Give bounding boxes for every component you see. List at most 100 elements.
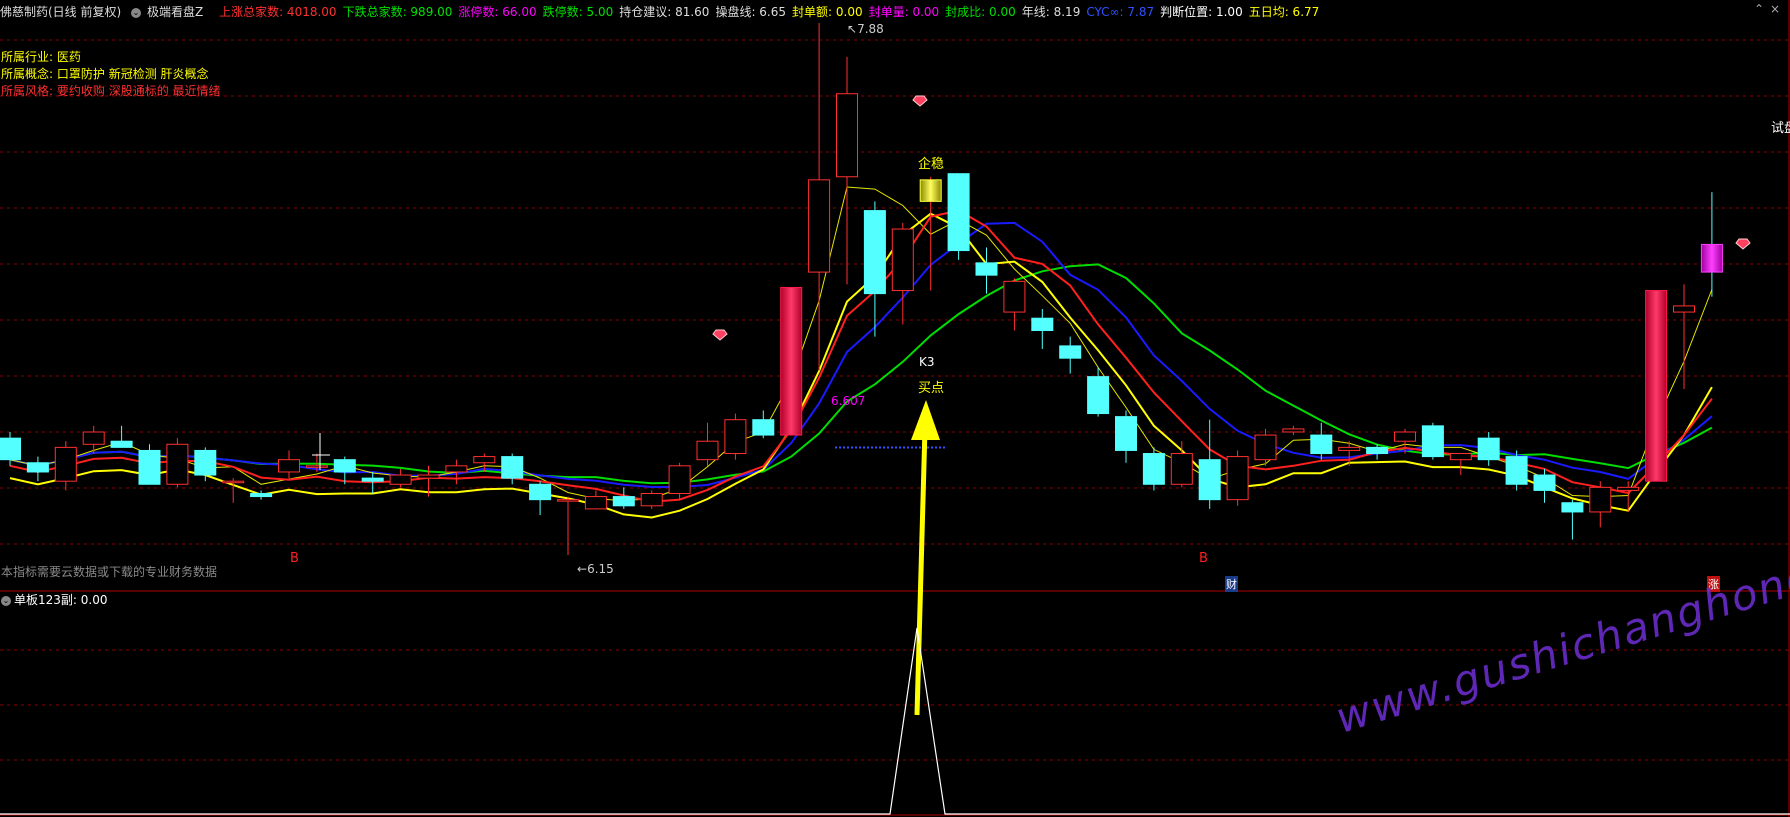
candle-body (250, 492, 273, 498)
gem-marker (912, 95, 928, 107)
sub-panel-header: ⌄ 单板123副: 0.00 (1, 593, 107, 607)
candle-body (1589, 486, 1612, 513)
header-item-11: 判断位置: 1.00 (1160, 5, 1243, 19)
candle-body (1561, 502, 1584, 513)
candle-body (1421, 425, 1444, 458)
candle-body (919, 179, 942, 202)
candle-body (1059, 345, 1082, 359)
header-item-1: 下跌总家数: 989.00 (342, 5, 453, 19)
header-item-8: 封成比: 0.00 (945, 5, 1016, 19)
stock-name: 佛慈制药(日线 前复权) (0, 5, 122, 19)
candle-body (1031, 317, 1054, 332)
candle-body (1087, 376, 1110, 415)
candle-body (724, 419, 747, 455)
candle-body (1170, 453, 1193, 485)
chevron-up-icon[interactable]: ⌃ (1754, 2, 1764, 16)
collapse-icon[interactable]: ⌄ (1, 595, 11, 606)
candle-body (891, 228, 914, 292)
kline-chart[interactable] (0, 0, 1790, 817)
candle-body (222, 480, 245, 484)
candle-body (1003, 280, 1026, 313)
candle-body (1254, 434, 1277, 461)
finance-mark: 财 (1225, 576, 1238, 592)
candle-body (863, 210, 886, 295)
candle-body (1338, 446, 1361, 451)
candle-body (1394, 431, 1416, 442)
candle-body (1617, 486, 1640, 491)
candle-body (166, 443, 189, 485)
candle-body (752, 419, 775, 436)
candle-body (278, 459, 300, 473)
candle-body (947, 173, 970, 252)
header-item-2: 涨停数: 66.00 (458, 5, 537, 19)
style-label: 所属风格: (1, 84, 54, 98)
concept-label: 所属概念: (1, 67, 54, 81)
gem-marker (1735, 238, 1751, 250)
candle-body (26, 462, 49, 473)
header-item-0: 上涨总家数: 4018.00 (219, 5, 337, 19)
ma-yellow-line (9, 212, 1713, 519)
candle-body (640, 492, 663, 507)
candle-body (1366, 446, 1389, 455)
gem-marker (712, 329, 728, 341)
candle-body (1673, 305, 1695, 313)
candle-body (1310, 434, 1333, 455)
concept-value: 口罩防护 新冠检测 肝炎概念 (56, 67, 209, 81)
candle-body (696, 440, 719, 461)
candle-body (194, 449, 217, 476)
candle-body (780, 286, 803, 436)
candle-body (333, 459, 356, 473)
header-item-5: 操盘线: 6.65 (715, 5, 787, 19)
ma-green-line (9, 263, 1713, 485)
candle-body (1282, 428, 1305, 433)
style-value: 要约收购 深股通标的 最近情绪 (56, 84, 221, 98)
candle-body (1700, 243, 1723, 273)
candle-body (1226, 456, 1249, 501)
candle-body (975, 262, 998, 276)
stable-label: 企稳 (918, 157, 945, 172)
candle-body (808, 179, 831, 273)
low-price-value: 6.15 (587, 562, 614, 576)
low-price-label: ←6.15 (577, 562, 614, 576)
try-label: 试盘 (1771, 121, 1790, 136)
candle-body (445, 465, 468, 473)
level-price-label: 6.607 (831, 394, 866, 408)
b-mark-2: B (1199, 551, 1208, 566)
header-item-3: 跌停数: 5.00 (542, 5, 614, 19)
header-item-9: 年线: 8.19 (1021, 5, 1081, 19)
candle-body (54, 446, 77, 482)
high-price-label: ↖7.88 (847, 22, 884, 36)
industry-label: 所属行业: (1, 50, 54, 64)
candle-body (417, 474, 440, 479)
candle-body (1449, 453, 1472, 461)
candle-body (1477, 437, 1500, 461)
candle-body (529, 483, 552, 501)
candle-body (305, 465, 328, 468)
k3-label: K3 (919, 355, 935, 369)
candle-body (584, 496, 607, 510)
candle-body (473, 456, 496, 464)
buy-point-label: 买点 (918, 381, 945, 396)
header-item-4: 持仓建议: 81.60 (619, 5, 710, 19)
industry-row: 所属行业: 医药 (1, 49, 81, 66)
candle-body (668, 465, 691, 494)
sub-panel-value: : 0.00 (72, 593, 108, 607)
candle-body (836, 93, 858, 178)
candle-body (557, 499, 579, 502)
candle-body (1115, 416, 1137, 451)
data-note: 本指标需要云数据或下载的专业财务数据 (1, 565, 218, 579)
high-price-value: 7.88 (857, 22, 884, 36)
candle-body (1645, 290, 1668, 482)
indicator-toggle[interactable]: ⌄ 极端看盘Z (131, 5, 209, 19)
sub-panel-name: 单板123副 (14, 593, 73, 607)
candle-body (612, 496, 635, 507)
chart-header: 佛慈制药(日线 前复权) ⌄ 极端看盘Z 上涨总家数: 4018.00 下跌总家数:… (0, 3, 1331, 21)
candle-body (1142, 453, 1165, 485)
candle-body (361, 477, 384, 482)
collapse-icon[interactable]: ⌄ (131, 7, 142, 18)
candle-body (389, 474, 412, 485)
candle-body (82, 431, 105, 445)
close-icon[interactable]: × (1770, 2, 1780, 16)
candle-body (110, 440, 133, 448)
candle-body (1533, 474, 1556, 491)
